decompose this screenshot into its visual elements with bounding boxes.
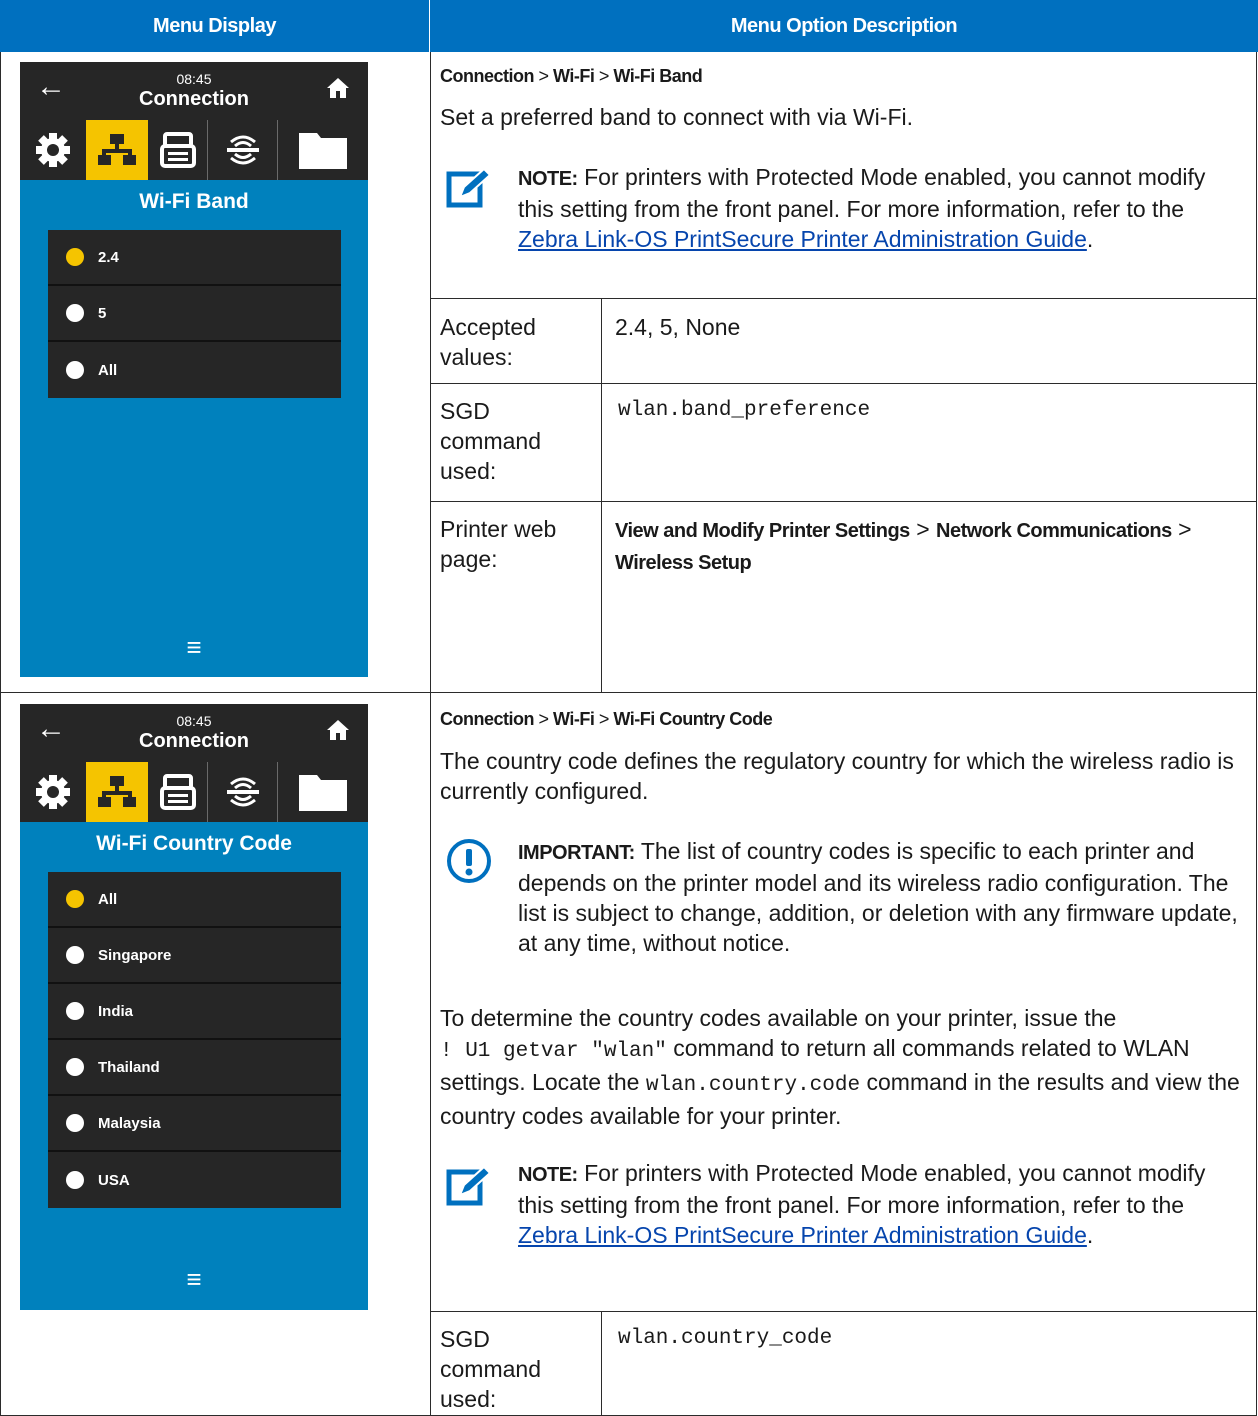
cell-divider (430, 298, 1257, 299)
table-border (1256, 52, 1257, 1416)
important-icon (447, 839, 491, 883)
list-item[interactable]: 2.4 (48, 230, 341, 286)
wireless-icon (226, 135, 259, 165)
tab-settings[interactable] (20, 120, 86, 180)
list-item[interactable]: All (48, 342, 341, 398)
radio-icon (66, 361, 84, 379)
top-bar: ← 08:45 Connection (20, 62, 368, 120)
menu-path: Connection > Wi-Fi > Wi-Fi Band (440, 66, 703, 86)
tab-storage[interactable] (278, 762, 368, 822)
sgd-command: wlan.country_code (618, 1327, 833, 1350)
submenu-title: Wi-Fi Country Code (96, 832, 292, 855)
table-border (430, 52, 431, 1416)
folder-icon (299, 133, 347, 169)
radio-icon (66, 304, 84, 322)
menu-display-header: Menu Display (0, 0, 430, 52)
list-item[interactable]: USA (48, 1152, 341, 1208)
cell-divider (601, 298, 602, 692)
radio-icon (66, 1002, 84, 1020)
cell-divider (601, 1311, 602, 1415)
cell-divider (430, 1311, 1257, 1312)
gear-icon (36, 133, 70, 167)
screen-title: Connection (139, 730, 249, 752)
device-screen-wifi-band: ← 08:45 Connection Wi-Fi Band 2.4 5 All … (20, 62, 368, 677)
top-bar: ← 08:45 Connection (20, 704, 368, 762)
admin-guide-link[interactable]: Zebra Link-OS PrintSecure Printer Admini… (518, 226, 1087, 252)
menu-icon[interactable]: ≡ (20, 1264, 368, 1295)
list-item[interactable]: Singapore (48, 928, 341, 984)
gear-icon (36, 775, 70, 809)
option-list: 2.4 5 All (48, 230, 341, 398)
list-item[interactable]: Thailand (48, 1040, 341, 1096)
menu-option-description-header: Menu Option Description (430, 0, 1258, 52)
tab-print[interactable] (148, 120, 208, 180)
home-icon[interactable] (326, 718, 350, 742)
clock: 08:45 (176, 71, 212, 87)
description: Set a preferred band to connect with via… (440, 104, 913, 130)
option-label: USA (98, 1171, 130, 1189)
category-tabs (20, 120, 368, 180)
description: The country code defines the regulatory … (440, 748, 1234, 804)
sgd-command: wlan.band_preference (618, 399, 871, 422)
note-icon (446, 1165, 492, 1206)
wireless-icon (226, 777, 259, 807)
menu-icon[interactable]: ≡ (20, 632, 368, 663)
option-label: Thailand (98, 1058, 160, 1076)
list-item[interactable]: India (48, 984, 341, 1040)
row-divider (0, 692, 1257, 693)
option-label: 5 (98, 304, 107, 322)
cell-divider (430, 501, 1257, 502)
tab-connection[interactable] (86, 762, 148, 822)
list-item[interactable]: 5 (48, 286, 341, 342)
note-icon (446, 167, 492, 208)
network-icon (98, 776, 136, 807)
important-note: IMPORTANT: The list of country codes is … (518, 838, 1238, 956)
option-label: All (98, 361, 118, 379)
tab-connection[interactable] (86, 120, 148, 180)
list-item[interactable]: All (48, 872, 341, 928)
category-tabs (20, 762, 368, 822)
note: NOTE: For printers with Protected Mode e… (518, 1160, 1206, 1248)
option-label: Malaysia (98, 1114, 161, 1132)
note: NOTE: For printers with Protected Mode e… (518, 164, 1206, 252)
radio-icon (66, 1114, 84, 1132)
radio-icon (66, 946, 84, 964)
device-screen-wifi-country-code: ← 08:45 Connection Wi-Fi Country Code Al… (20, 704, 368, 1310)
tab-rfid[interactable] (208, 762, 278, 822)
tab-print[interactable] (148, 762, 208, 822)
menu-path: Connection > Wi-Fi > Wi-Fi Country Code (440, 709, 773, 729)
screen-title: Connection (139, 88, 249, 110)
admin-guide-link[interactable]: Zebra Link-OS PrintSecure Printer Admini… (518, 1222, 1087, 1248)
tab-rfid[interactable] (208, 120, 278, 180)
printer-icon (159, 774, 196, 810)
radio-selected-icon (66, 248, 84, 266)
list-item[interactable]: Malaysia (48, 1096, 341, 1152)
sgd-command-label: SGD command used: (440, 1326, 541, 1412)
radio-selected-icon (66, 890, 84, 908)
cell-divider (430, 383, 1257, 384)
radio-icon (66, 1171, 84, 1189)
table-border (0, 52, 1, 1416)
option-label: All (98, 890, 118, 908)
option-label: India (98, 1002, 134, 1020)
network-icon (98, 134, 136, 165)
option-label: 2.4 (98, 248, 119, 266)
printer-icon (159, 132, 196, 168)
tab-settings[interactable] (20, 762, 86, 822)
printer-web-page: View and Modify Printer Settings > Netwo… (615, 516, 1192, 574)
sgd-command-label: SGD command used: (440, 398, 541, 484)
option-list: All Singapore India Thailand Malaysia US… (48, 872, 341, 1208)
paragraph: To determine the country codes available… (440, 1005, 1240, 1129)
radio-icon (66, 1058, 84, 1076)
folder-icon (299, 775, 347, 811)
clock: 08:45 (176, 713, 212, 729)
home-icon[interactable] (326, 76, 350, 100)
accepted-values: 2.4, 5, None (615, 314, 741, 340)
tab-storage[interactable] (278, 120, 368, 180)
printer-web-page-label: Printer web page: (440, 516, 557, 572)
accepted-values-label: Accepted values: (440, 314, 536, 370)
submenu-title: Wi-Fi Band (139, 190, 249, 213)
option-label: Singapore (98, 946, 172, 964)
